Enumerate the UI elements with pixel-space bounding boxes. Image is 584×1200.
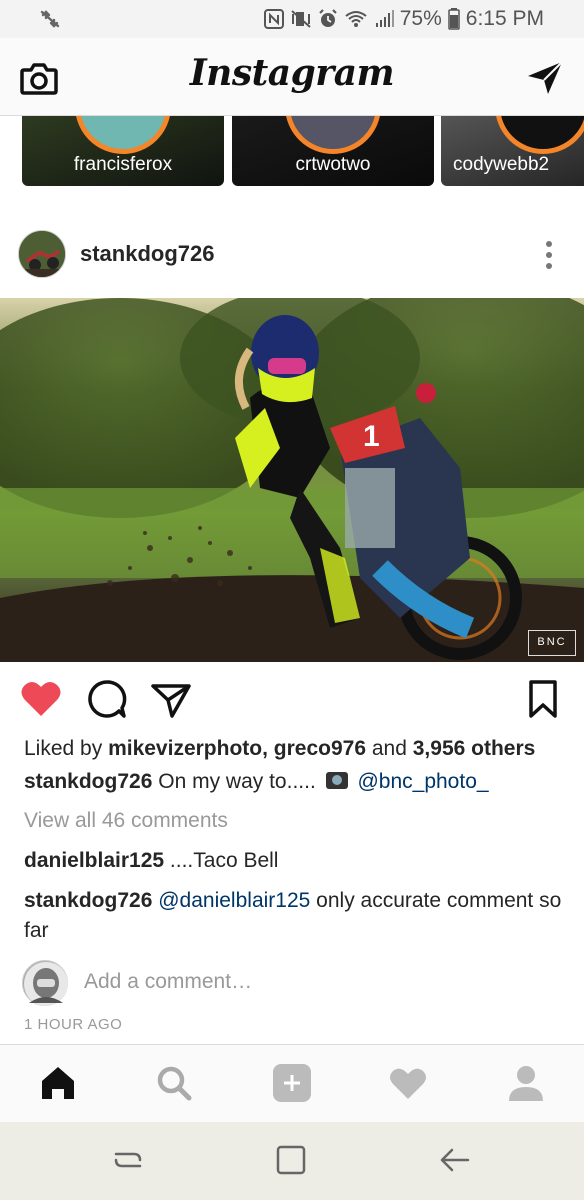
post-header: stankdog726 <box>0 210 584 298</box>
signal-icon <box>375 10 394 27</box>
liked-by-prefix: Liked by <box>24 737 103 760</box>
likes-line: Liked by mikevizerphoto, greco976 and 3,… <box>24 734 564 764</box>
story-avatar <box>495 116 584 154</box>
post-action-bar <box>0 668 584 728</box>
direct-message-icon[interactable] <box>526 60 564 96</box>
like-heart-icon[interactable] <box>20 678 62 720</box>
wifi-icon <box>345 11 367 27</box>
more-options-icon[interactable] <box>544 240 554 270</box>
story-avatar <box>285 116 381 154</box>
comment-username[interactable]: stankdog726 <box>24 889 152 912</box>
instagram-logo[interactable]: Instagram <box>0 52 584 94</box>
comment: stankdog726 @danielblair125 only accurat… <box>24 886 564 946</box>
post-author-avatar[interactable] <box>18 230 66 278</box>
story-card[interactable]: crtwotwo <box>232 116 434 186</box>
status-time: 6:15 PM <box>465 7 544 30</box>
caption-username[interactable]: stankdog726 <box>24 770 152 793</box>
battery-percent: 75% <box>399 7 442 30</box>
avatar-image <box>19 231 65 277</box>
camera-emoji-icon <box>325 772 348 789</box>
data-saver-icon <box>40 10 60 28</box>
story-username: francisferox <box>73 154 173 175</box>
svg-text:1: 1 <box>363 420 380 453</box>
stories-tray: francisferox crtwotwo codywebb2 <box>0 116 584 196</box>
post-image[interactable]: 1 BNC <box>0 298 584 662</box>
caption-text: On my way to..... <box>158 770 316 793</box>
back-arrow-icon[interactable] <box>436 1142 472 1178</box>
add-comment-row <box>22 960 562 1008</box>
home-button-icon[interactable] <box>273 1142 309 1178</box>
comment-username[interactable]: danielblair125 <box>24 849 164 872</box>
share-icon[interactable] <box>150 678 192 720</box>
activity-heart-icon[interactable] <box>388 1063 428 1103</box>
comment-text: ....Taco Bell <box>169 849 279 872</box>
liked-by-user-link[interactable]: greco976 <box>274 737 366 760</box>
comment: danielblair125 ....Taco Bell <box>24 846 564 876</box>
story-card[interactable]: codywebb2 <box>441 116 584 186</box>
alarm-icon <box>319 9 337 27</box>
battery-icon <box>448 8 460 30</box>
liked-by-others-link[interactable]: 3,956 others <box>413 737 536 760</box>
search-icon[interactable] <box>154 1063 194 1103</box>
avatar-image <box>24 962 68 1006</box>
status-bar: 75% 6:15 PM <box>0 0 584 38</box>
post-author-username[interactable]: stankdog726 <box>80 241 215 267</box>
add-post-icon[interactable] <box>272 1063 312 1103</box>
photo-watermark: BNC <box>528 630 576 656</box>
system-nav-bar <box>0 1122 584 1200</box>
home-icon[interactable] <box>38 1063 78 1103</box>
app-header: Instagram <box>0 38 584 116</box>
vibrate-icon <box>291 10 311 28</box>
story-username: crtwotwo <box>295 154 371 175</box>
post-timestamp: 1 HOUR AGO <box>24 1016 123 1033</box>
liked-by-and: and <box>371 737 407 760</box>
liked-by-user-link[interactable]: mikevizerphoto, <box>108 737 268 760</box>
story-avatar <box>75 116 171 154</box>
current-user-avatar <box>22 960 68 1006</box>
save-bookmark-icon[interactable] <box>522 678 564 720</box>
story-card[interactable]: francisferox <box>22 116 224 186</box>
status-icons: 75% 6:15 PM <box>263 7 544 31</box>
nfc-icon <box>263 9 284 29</box>
add-comment-input[interactable] <box>84 970 484 994</box>
comment-icon[interactable] <box>86 678 128 720</box>
post-caption: stankdog726 On my way to..... @bnc_photo… <box>24 767 564 797</box>
comment-mention[interactable]: @danielblair125 <box>158 889 310 912</box>
recent-apps-icon[interactable] <box>110 1142 146 1178</box>
caption-mention[interactable]: @bnc_photo_ <box>357 770 488 793</box>
view-all-comments-link[interactable]: View all 46 comments <box>24 806 564 836</box>
profile-icon[interactable] <box>506 1063 546 1103</box>
story-username: codywebb2 <box>453 154 550 175</box>
bottom-tab-bar <box>0 1044 584 1122</box>
motocross-photo: 1 <box>0 298 584 662</box>
